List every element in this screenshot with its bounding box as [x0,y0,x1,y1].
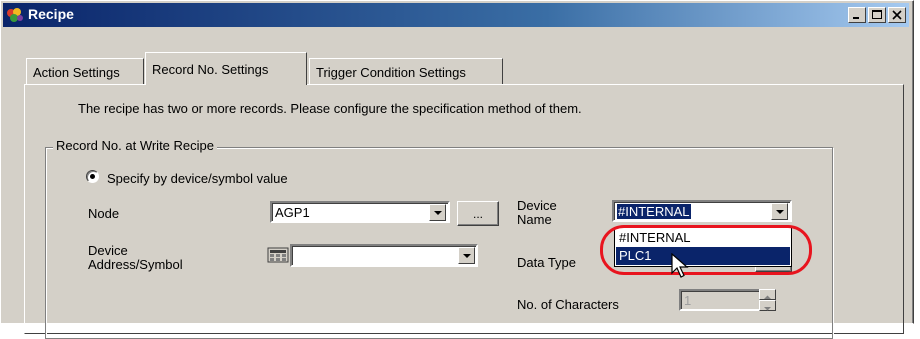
browse-button[interactable]: ... [457,201,499,226]
intro-text: The recipe has two or more records. Plea… [78,101,582,116]
highlight-ring [600,225,812,275]
radio-label: Specify by device/symbol value [107,171,288,186]
maximize-button[interactable] [868,7,886,23]
maximize-icon [872,10,882,19]
device-name-dropdown-button[interactable] [771,203,788,220]
device-name-label-1: Device [517,198,557,213]
spin-up-button[interactable] [759,289,776,300]
specify-by-device-radio[interactable] [86,170,99,183]
no-of-characters-label: No. of Characters [517,297,619,312]
device-address-label-2: Address/Symbol [88,257,183,272]
window-controls [848,7,906,23]
device-name-select[interactable]: #INTERNAL [612,200,792,222]
group-label: Record No. at Write Recipe [53,138,217,153]
device-name-value: #INTERNAL [617,204,691,219]
tab-action-settings[interactable]: Action Settings [26,58,144,84]
close-button[interactable] [888,7,906,23]
data-type-label: Data Type [517,255,577,270]
node-label: Node [88,206,120,221]
tab-record-no-settings[interactable]: Record No. Settings [145,52,307,85]
minimize-icon [853,17,859,19]
node-dropdown-button[interactable] [429,204,446,221]
device-address-dropdown-button[interactable] [458,247,475,264]
device-address-field[interactable] [290,244,478,267]
down-arrow-icon [764,307,771,311]
spin-down-button[interactable] [759,300,776,311]
no-of-characters-spinner[interactable] [759,289,776,311]
window-title: Recipe [28,6,74,22]
node-select[interactable]: AGP1 [270,201,450,223]
mouse-cursor-icon [671,253,689,278]
device-address-icon-button[interactable] [266,245,290,265]
device-address-label-1: Device [88,243,128,258]
close-icon [892,10,902,20]
recipe-app-icon [7,8,23,22]
no-of-characters-field[interactable]: 1 [679,289,761,311]
address-table-icon [267,247,289,263]
device-name-label-2: Name [517,212,552,227]
minimize-button[interactable] [848,7,866,23]
title-bar: Recipe [3,3,909,27]
tab-trigger-condition-settings[interactable]: Trigger Condition Settings [309,58,503,84]
